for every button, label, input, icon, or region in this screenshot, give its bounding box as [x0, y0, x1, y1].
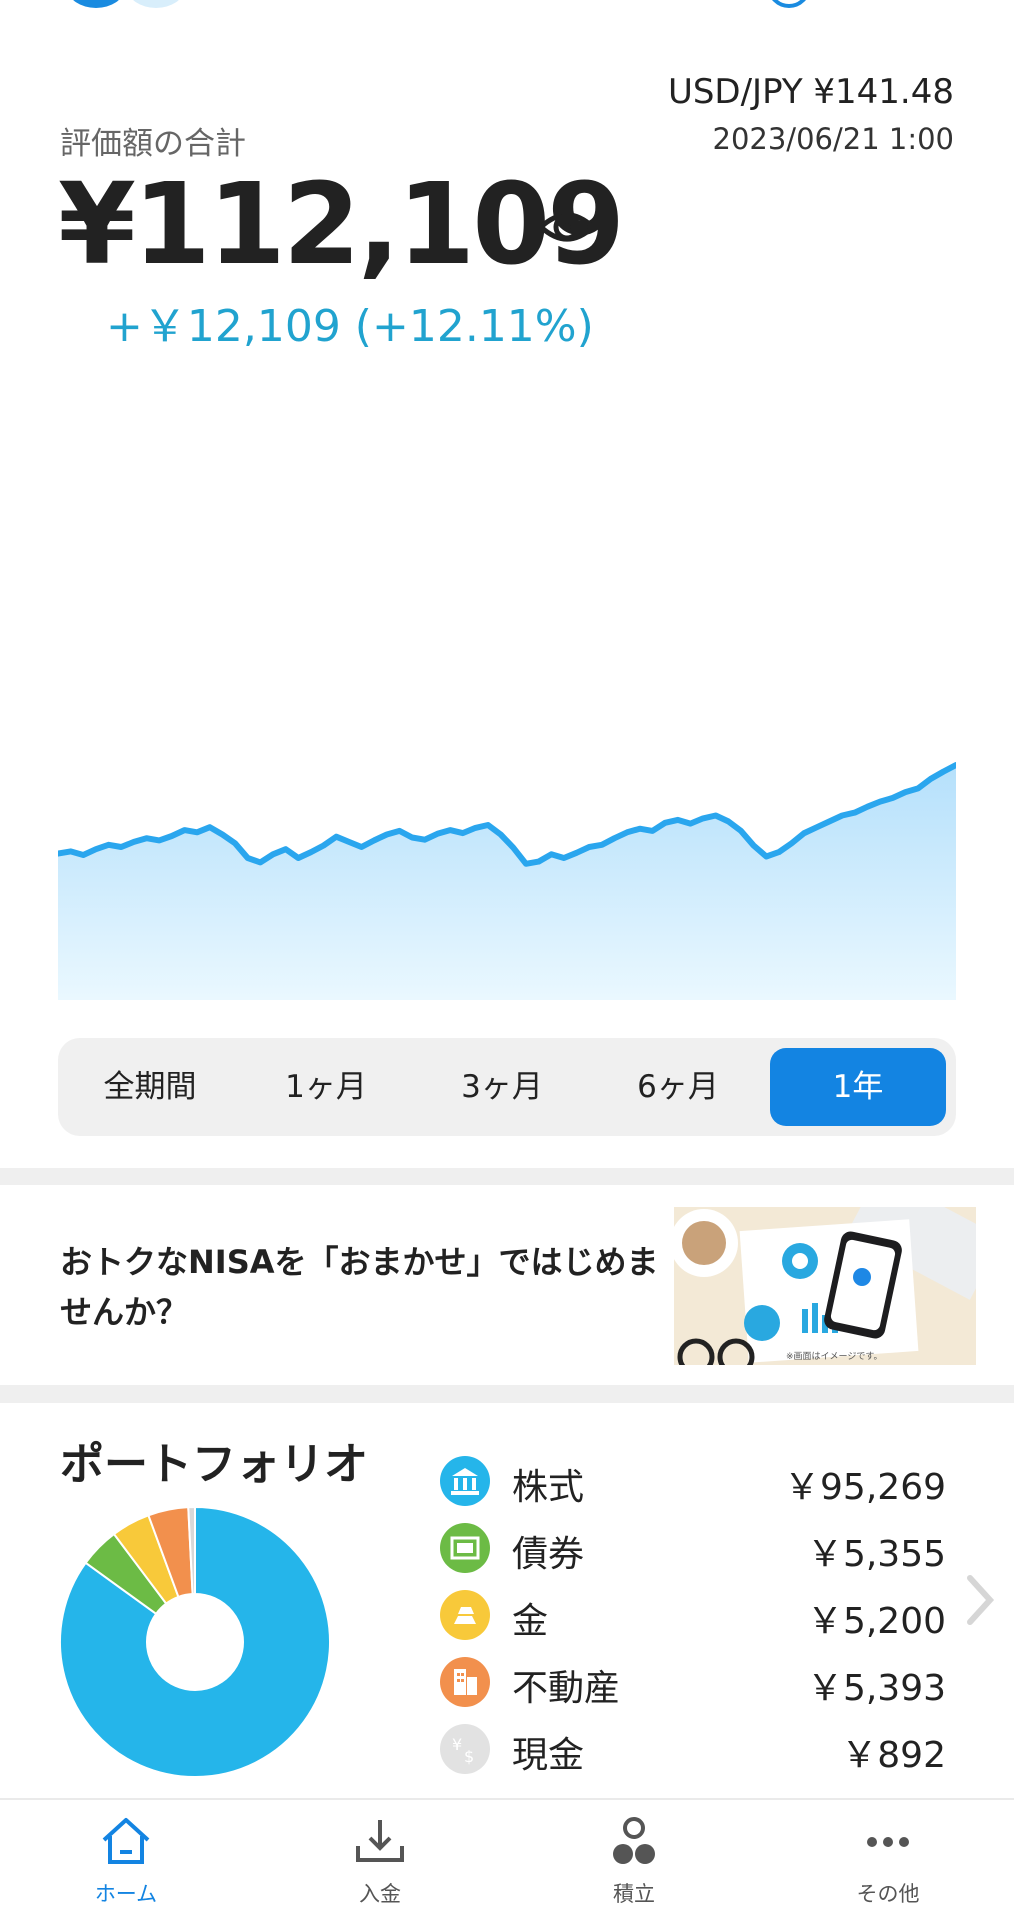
asset-row-stocks[interactable]: 株式 ￥95,269	[440, 1452, 946, 1512]
asset-row-real-estate[interactable]: 不動産 ￥5,393	[440, 1653, 946, 1713]
nav-other-label: その他	[856, 1882, 920, 1906]
asset-name: 株式	[512, 1467, 585, 1508]
portfolio-donut-chart[interactable]	[58, 1505, 332, 1779]
asset-name: 不動産	[512, 1668, 621, 1709]
svg-text:$: $	[464, 1747, 474, 1766]
nav-savings[interactable]: 積立	[534, 1800, 734, 1920]
asset-name: 金	[512, 1601, 549, 1642]
bottom-nav: ホーム 入金 積立 その他	[0, 1798, 1014, 1920]
secondary-avatar[interactable]	[128, 0, 184, 8]
period-selector: 全期間 1ヶ月 3ヶ月 6ヶ月 1年	[58, 1038, 956, 1136]
svg-text:¥: ¥	[452, 1735, 462, 1754]
download-icon	[356, 1820, 404, 1862]
account-avatar[interactable]	[68, 0, 124, 8]
banner-image: ※画面はイメージです。	[674, 1207, 976, 1365]
performance-chart[interactable]	[58, 590, 956, 1000]
nav-savings-label: 積立	[613, 1882, 655, 1906]
gain-value: +￥12,109 (+12.11%)	[106, 301, 594, 352]
asset-value: ￥892	[841, 1735, 946, 1776]
timestamp: 2023/06/21 1:00	[712, 122, 955, 156]
chevron-right-icon[interactable]	[962, 1572, 998, 1628]
chart-area	[58, 765, 956, 1000]
asset-row-gold[interactable]: 金 ￥5,200	[440, 1586, 946, 1646]
top-bar	[0, 0, 1014, 20]
period-1-year[interactable]: 1年	[770, 1048, 946, 1126]
asset-name: 現金	[512, 1735, 585, 1776]
asset-value: ￥95,269	[784, 1467, 946, 1508]
total-label: 評価額の合計	[60, 126, 246, 162]
banner-image-caption: ※画面はイメージです。	[786, 1351, 882, 1362]
nav-home-label: ホーム	[94, 1882, 158, 1906]
fx-rate: USD/JPY ¥141.48	[667, 72, 954, 112]
nisa-banner[interactable]: おトクなNISAを「おまかせ」ではじめませんか？ ※画面はイメージです。	[0, 1185, 1014, 1385]
portfolio-title: ポートフォリオ	[60, 1439, 368, 1490]
section-divider	[0, 1168, 1014, 1186]
more-icon	[867, 1837, 909, 1847]
coins-icon	[613, 1817, 655, 1864]
cash-icon: ¥ $	[440, 1724, 490, 1774]
section-divider	[0, 1385, 1014, 1403]
home-icon	[102, 1818, 150, 1864]
period-6-months[interactable]: 6ヶ月	[590, 1048, 766, 1126]
bond-icon	[440, 1523, 490, 1573]
asset-value: ￥5,393	[806, 1668, 946, 1709]
gold-icon	[440, 1590, 490, 1640]
home-screen: USD/JPY ¥141.48 2023/06/21 1:00 評価額の合計 ¥…	[0, 0, 1014, 1920]
period-1-month[interactable]: 1ヶ月	[238, 1048, 414, 1126]
period-3-months[interactable]: 3ヶ月	[414, 1048, 590, 1126]
bank-icon	[440, 1456, 490, 1506]
nav-deposit[interactable]: 入金	[280, 1800, 480, 1920]
asset-value: ￥5,355	[806, 1534, 946, 1575]
asset-value: ￥5,200	[806, 1601, 946, 1642]
nav-home[interactable]: ホーム	[26, 1800, 226, 1920]
eye-icon[interactable]	[538, 198, 596, 256]
bell-icon[interactable]	[868, 0, 928, 18]
banner-text: おトクなNISAを「おまかせ」ではじめませんか？	[60, 1243, 659, 1331]
asset-row-bonds[interactable]: 債券 ￥5,355	[440, 1519, 946, 1579]
nav-deposit-label: 入金	[359, 1882, 401, 1906]
asset-name: 債券	[512, 1534, 585, 1575]
nav-other[interactable]: その他	[788, 1800, 988, 1920]
period-all[interactable]: 全期間	[62, 1048, 238, 1126]
asset-row-cash[interactable]: ¥ $ 現金 ￥892	[440, 1720, 946, 1780]
building-icon	[440, 1657, 490, 1707]
info-icon[interactable]	[766, 0, 812, 14]
